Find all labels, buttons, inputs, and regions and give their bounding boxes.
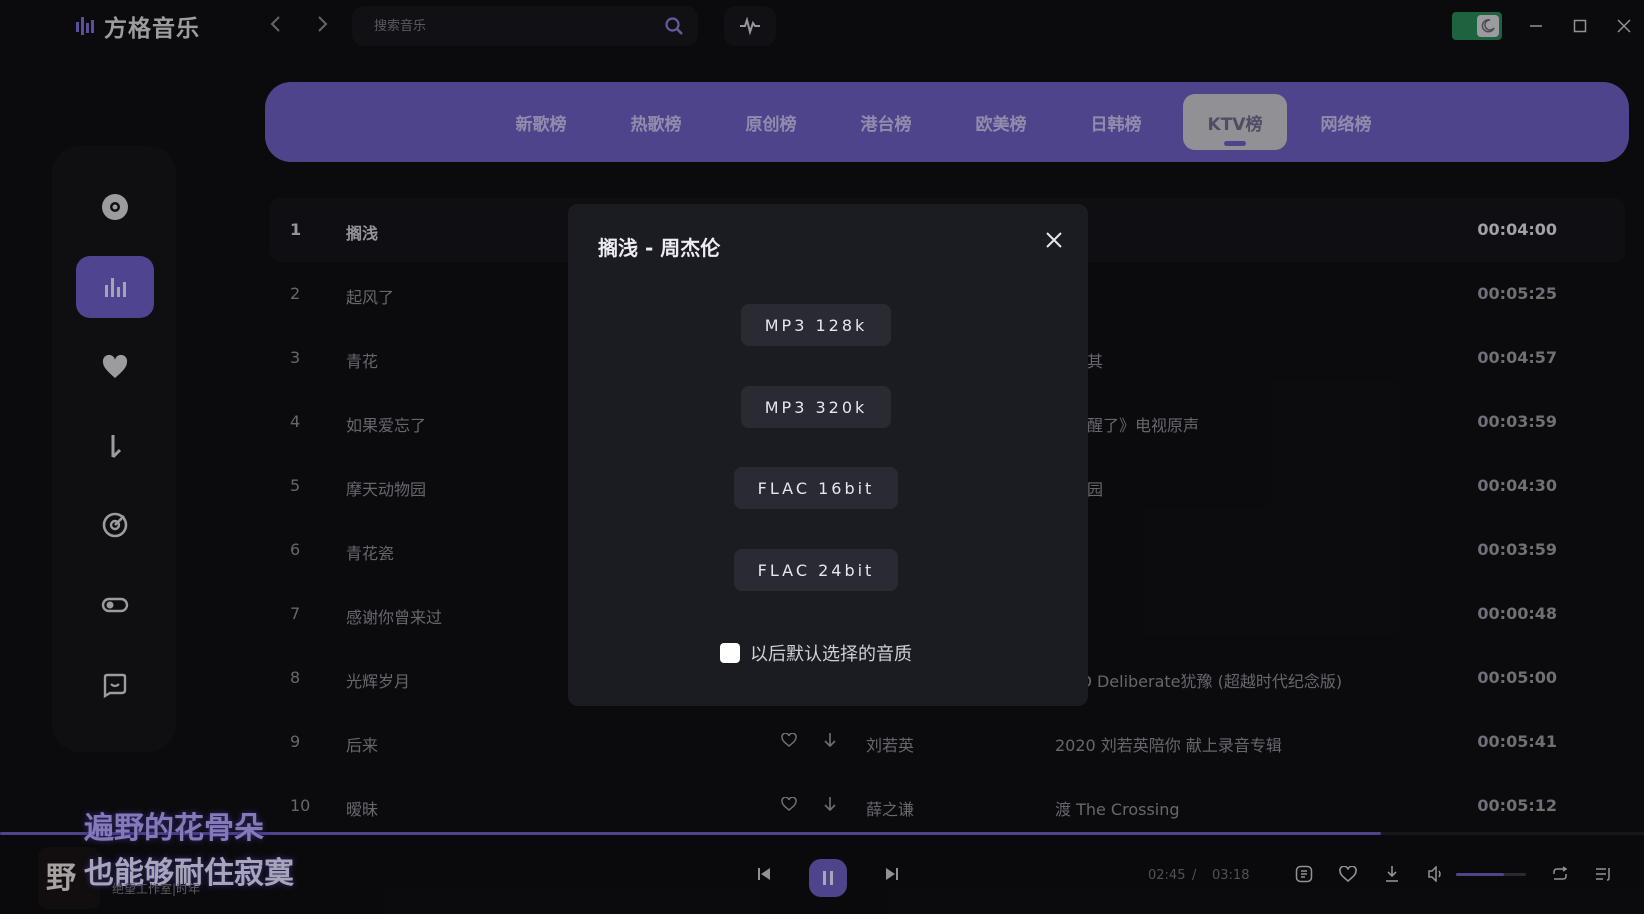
quality-option-flac-24bit[interactable]: FLAC 24bit: [734, 549, 898, 591]
remember-quality-label: 以后默认选择的音质: [750, 644, 912, 665]
close-icon[interactable]: [1042, 228, 1066, 252]
quality-option-mp3-128k[interactable]: MP3 128k: [741, 304, 891, 346]
remember-quality-option[interactable]: 以后默认选择的音质: [720, 640, 912, 666]
quality-option-flac-16bit[interactable]: FLAC 16bit: [734, 467, 898, 509]
quality-select-dialog: 搁浅 - 周杰伦 MP3 128k MP3 320k FLAC 16bit FL…: [568, 204, 1088, 706]
remember-quality-checkbox[interactable]: [720, 643, 740, 663]
dialog-title: 搁浅 - 周杰伦: [598, 236, 721, 260]
quality-option-mp3-320k[interactable]: MP3 320k: [741, 386, 891, 428]
